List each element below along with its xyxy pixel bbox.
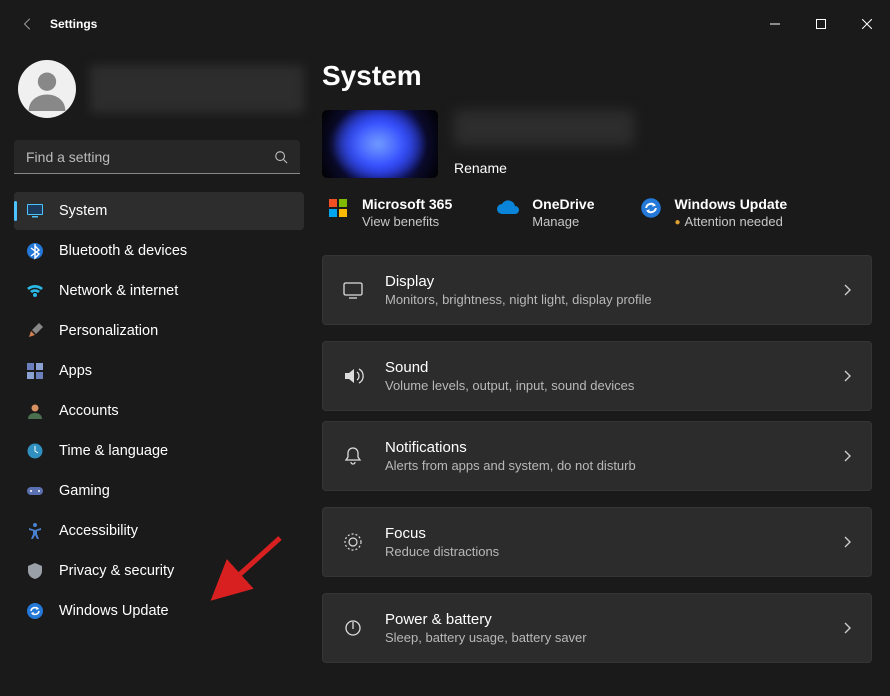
bluetooth-icon <box>26 242 44 260</box>
sidebar-item-label: Windows Update <box>59 603 169 619</box>
display-icon <box>341 278 365 302</box>
sidebar-item-gaming[interactable]: Gaming <box>14 472 304 510</box>
apps-icon <box>26 362 44 380</box>
service-m365[interactable]: Microsoft 365 View benefits <box>326 196 452 229</box>
service-sub: View benefits <box>362 214 452 229</box>
sidebar-item-label: System <box>59 203 107 219</box>
tile-title: Display <box>385 273 821 290</box>
tile-display[interactable]: Display Monitors, brightness, night light… <box>322 255 872 325</box>
shield-icon <box>26 562 44 580</box>
tile-sub: Sleep, battery usage, battery saver <box>385 630 821 645</box>
tile-power-battery[interactable]: Power & battery Sleep, battery usage, bat… <box>322 593 872 663</box>
service-sub: ●Attention needed <box>675 214 788 229</box>
sidebar-item-label: Personalization <box>59 323 158 339</box>
sound-icon <box>341 364 365 388</box>
tile-title: Focus <box>385 525 821 542</box>
clock-globe-icon <box>26 442 44 460</box>
chevron-right-icon <box>841 536 853 548</box>
sidebar-item-time-language[interactable]: Time & language <box>14 432 304 470</box>
service-title: Microsoft 365 <box>362 196 452 212</box>
device-summary: Rename <box>322 110 872 178</box>
sidebar-item-label: Network & internet <box>59 283 178 299</box>
search-icon <box>274 150 288 164</box>
chevron-right-icon <box>841 622 853 634</box>
sidebar-item-personalization[interactable]: Personalization <box>14 312 304 350</box>
service-title: Windows Update <box>675 196 788 212</box>
search-input[interactable] <box>26 149 274 165</box>
person-icon <box>25 67 69 111</box>
minimize-icon <box>770 19 780 29</box>
tile-sub: Volume levels, output, input, sound devi… <box>385 378 821 393</box>
tile-sub: Reduce distractions <box>385 544 821 559</box>
sidebar-item-label: Time & language <box>59 443 168 459</box>
sidebar-item-bluetooth[interactable]: Bluetooth & devices <box>14 232 304 270</box>
back-arrow-icon <box>21 17 35 31</box>
sidebar-item-label: Privacy & security <box>59 563 174 579</box>
windows-update-icon <box>26 602 44 620</box>
back-button[interactable] <box>8 4 48 44</box>
sidebar-item-apps[interactable]: Apps <box>14 352 304 390</box>
maximize-icon <box>816 19 826 29</box>
accessibility-icon <box>26 522 44 540</box>
device-thumbnail[interactable] <box>322 110 438 178</box>
power-icon <box>341 616 365 640</box>
sidebar-item-system[interactable]: System <box>14 192 304 230</box>
tile-sub: Monitors, brightness, night light, displ… <box>385 292 821 307</box>
sidebar-item-label: Apps <box>59 363 92 379</box>
service-windows-update[interactable]: Windows Update ●Attention needed <box>639 196 788 229</box>
sidebar-item-label: Accessibility <box>59 523 138 539</box>
chevron-right-icon <box>841 284 853 296</box>
avatar <box>18 60 76 118</box>
tile-notifications[interactable]: Notifications Alerts from apps and system… <box>322 421 872 491</box>
tile-title: Sound <box>385 359 821 376</box>
rename-link[interactable]: Rename <box>454 160 634 176</box>
minimize-button[interactable] <box>752 8 798 40</box>
sidebar-item-label: Accounts <box>59 403 119 419</box>
tile-sub: Alerts from apps and system, do not dist… <box>385 458 821 473</box>
sidebar-item-accessibility[interactable]: Accessibility <box>14 512 304 550</box>
paintbrush-icon <box>26 322 44 340</box>
title-bar: Settings <box>0 0 890 48</box>
close-button[interactable] <box>844 8 890 40</box>
gaming-icon <box>26 482 44 500</box>
service-row: Microsoft 365 View benefits OneDrive Manag… <box>322 196 872 229</box>
update-icon <box>639 196 663 220</box>
wifi-icon <box>26 282 44 300</box>
profile-name-redacted <box>90 65 304 113</box>
sidebar: System Bluetooth & devices Network & int… <box>0 48 310 696</box>
system-icon <box>26 202 44 220</box>
service-sub: Manage <box>532 214 594 229</box>
sidebar-item-windows-update[interactable]: Windows Update <box>14 592 304 630</box>
chevron-right-icon <box>841 450 853 462</box>
bell-icon <box>341 444 365 468</box>
sidebar-item-accounts[interactable]: Accounts <box>14 392 304 430</box>
maximize-button[interactable] <box>798 8 844 40</box>
tile-title: Power & battery <box>385 611 821 628</box>
sidebar-item-label: Gaming <box>59 483 110 499</box>
tile-sound[interactable]: Sound Volume levels, output, input, sound… <box>322 341 872 411</box>
service-title: OneDrive <box>532 196 594 212</box>
chevron-right-icon <box>841 370 853 382</box>
page-title: System <box>322 60 872 92</box>
onedrive-icon <box>496 196 520 220</box>
content-area: System Rename Microsoft 365 View benefits… <box>310 48 890 696</box>
search-box[interactable] <box>14 140 300 174</box>
sidebar-item-network[interactable]: Network & internet <box>14 272 304 310</box>
device-name-redacted <box>454 110 634 146</box>
profile-header[interactable] <box>14 60 304 118</box>
sidebar-item-label: Bluetooth & devices <box>59 243 187 259</box>
focus-icon <box>341 530 365 554</box>
close-icon <box>862 19 872 29</box>
service-onedrive[interactable]: OneDrive Manage <box>496 196 594 229</box>
sidebar-item-privacy[interactable]: Privacy & security <box>14 552 304 590</box>
tile-focus[interactable]: Focus Reduce distractions <box>322 507 872 577</box>
accounts-icon <box>26 402 44 420</box>
window-title: Settings <box>50 17 97 31</box>
m365-icon <box>326 196 350 220</box>
tile-title: Notifications <box>385 439 821 456</box>
